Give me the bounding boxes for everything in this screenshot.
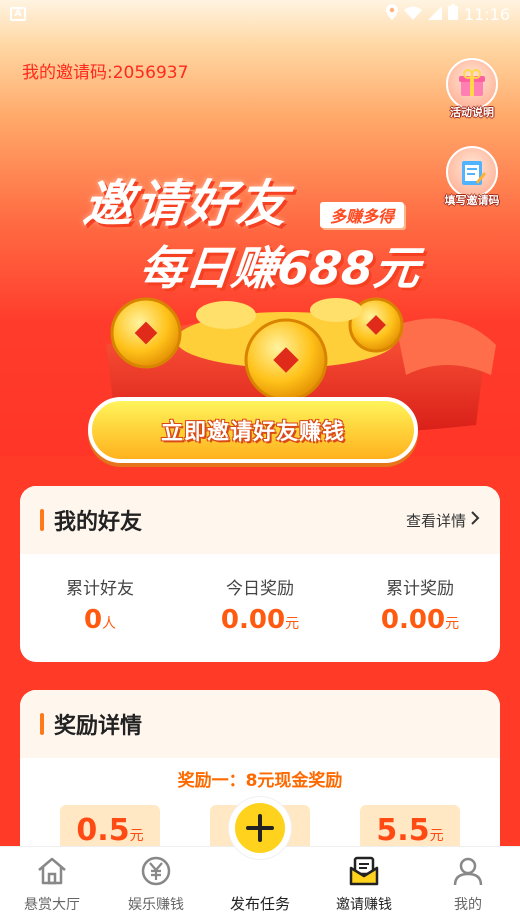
reward-subtitle-highlight: 8元现金奖励 bbox=[245, 771, 343, 791]
reward-details-title-text: 奖励详情 bbox=[54, 714, 143, 739]
location-icon bbox=[385, 4, 398, 24]
nav-label: 娱乐赚钱 bbox=[128, 897, 184, 913]
enter-invite-code-button[interactable]: 填写邀请码 bbox=[440, 146, 504, 208]
envelope-icon bbox=[347, 854, 381, 888]
plus-icon[interactable] bbox=[229, 797, 291, 859]
title-accent-bar bbox=[40, 509, 44, 531]
my-friends-header: 我的好友 查看详情 bbox=[20, 486, 500, 554]
clipboard-edit-icon bbox=[446, 146, 498, 198]
reward-details-title: 奖励详情 bbox=[40, 708, 142, 740]
nav-invite-earn[interactable]: 邀请赚钱 bbox=[312, 854, 416, 914]
stat-value: 0.00 bbox=[380, 605, 446, 635]
friends-stats: 累计好友 0人 今日奖励 0.00元 累计奖励 0.00元 bbox=[20, 554, 500, 635]
my-friends-title: 我的好友 bbox=[40, 504, 142, 536]
bottom-navigation: 悬赏大厅 娱乐赚钱 发布任务 邀请赚钱 我的 bbox=[0, 797, 520, 924]
battery-icon bbox=[447, 4, 458, 24]
nav-label: 我的 bbox=[454, 897, 482, 913]
invite-friends-button[interactable]: 立即邀请好友赚钱 bbox=[88, 397, 418, 463]
invite-code: 我的邀请码:2056937 bbox=[22, 63, 189, 83]
title-accent-bar bbox=[40, 713, 44, 735]
my-friends-title-text: 我的好友 bbox=[54, 510, 143, 535]
signal-icon bbox=[427, 5, 442, 24]
home-icon bbox=[35, 854, 69, 888]
gift-icon bbox=[446, 58, 498, 110]
stat-label: 累计奖励 bbox=[386, 579, 454, 599]
ticket-unit: 元 bbox=[129, 828, 144, 844]
stat-unit: 元 bbox=[285, 616, 300, 632]
my-friends-card: 我的好友 查看详情 累计好友 0人 今日奖励 0.00元 累计奖励 0.00元 bbox=[20, 486, 500, 662]
activity-rules-label: 活动说明 bbox=[450, 106, 494, 119]
stat-label: 今日奖励 bbox=[226, 579, 294, 599]
status-time: 11:16 bbox=[463, 4, 510, 24]
stat-unit: 元 bbox=[445, 616, 460, 632]
activity-rules-button[interactable]: 活动说明 bbox=[440, 58, 504, 120]
ticket-unit: 元 bbox=[429, 828, 444, 844]
stat-label: 累计好友 bbox=[66, 579, 134, 599]
yuan-coin-icon bbox=[139, 854, 173, 888]
stat-today-reward: 今日奖励 0.00元 bbox=[185, 574, 335, 635]
ticket-value: 5.5 bbox=[376, 813, 430, 848]
reward-subtitle: 奖励一：8元现金奖励 bbox=[20, 766, 500, 791]
nav-bounty-hall[interactable]: 悬赏大厅 bbox=[0, 854, 104, 914]
user-icon bbox=[451, 854, 485, 888]
notification-icon: A bbox=[10, 7, 26, 21]
nav-label: 邀请赚钱 bbox=[336, 897, 392, 913]
nav-publish-task[interactable]: 发布任务 bbox=[208, 797, 312, 914]
wifi-icon bbox=[403, 5, 422, 24]
stat-total-reward: 累计奖励 0.00元 bbox=[345, 574, 495, 635]
view-details-link[interactable]: 查看详情 bbox=[406, 510, 480, 531]
headline: 邀请好友 多赚多得 每日赚688元 bbox=[81, 164, 444, 298]
reward-subtitle-prefix: 奖励一： bbox=[177, 771, 246, 791]
nav-entertainment-earn[interactable]: 娱乐赚钱 bbox=[104, 854, 208, 914]
reward-details-header: 奖励详情 bbox=[20, 690, 500, 758]
nav-label: 发布任务 bbox=[229, 895, 290, 913]
nav-me[interactable]: 我的 bbox=[416, 854, 520, 914]
ticket-value: 0.5 bbox=[76, 813, 130, 848]
stat-value: 0 bbox=[83, 605, 103, 635]
invite-friends-button-label: 立即邀请好友赚钱 bbox=[160, 420, 345, 445]
stat-value: 0.00 bbox=[220, 605, 286, 635]
enter-invite-code-label: 填写邀请码 bbox=[444, 194, 500, 207]
status-bar: A 11:16 bbox=[0, 0, 520, 28]
nav-label: 悬赏大厅 bbox=[24, 897, 80, 913]
hero-banner: 我的邀请码:2056937 活动说明 填写邀请码 邀请好友 多赚多得 每日赚68… bbox=[0, 0, 520, 460]
chevron-right-icon bbox=[470, 510, 480, 530]
stat-total-friends: 累计好友 0人 bbox=[25, 574, 175, 635]
headline-tag: 多赚多得 bbox=[320, 202, 405, 228]
view-details-label: 查看详情 bbox=[405, 511, 466, 530]
stat-unit: 人 bbox=[102, 616, 117, 632]
